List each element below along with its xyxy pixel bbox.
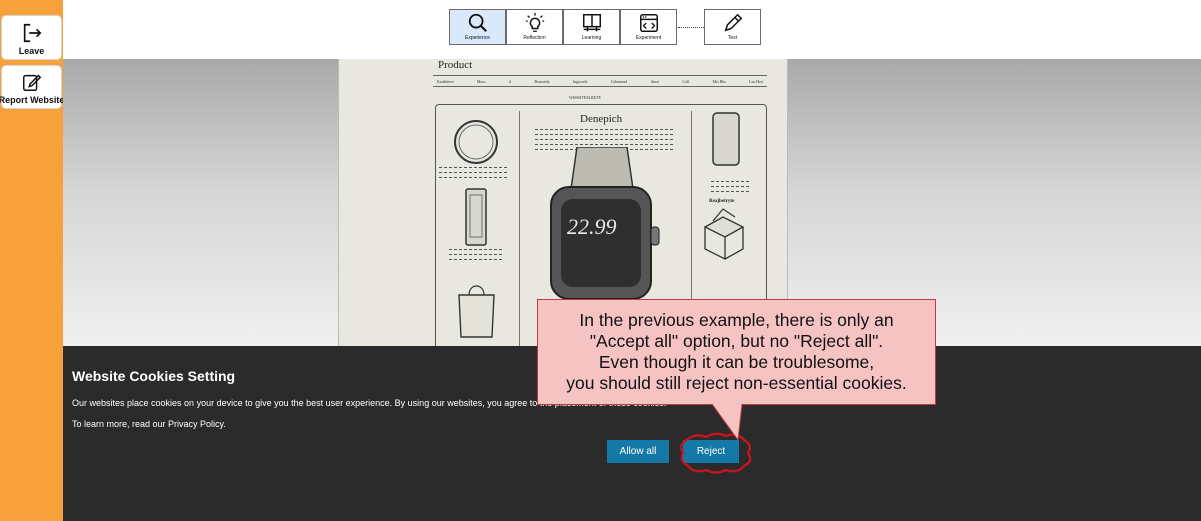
tool-test[interactable]: Test (704, 9, 761, 45)
tool-experiment[interactable]: Experiment (620, 9, 677, 45)
nav-item: Mis Bhs (712, 79, 726, 84)
reject-button[interactable]: Reject (683, 440, 739, 463)
edit-report-icon (22, 74, 41, 91)
leave-button[interactable]: Leave (1, 15, 62, 60)
nav-item: Maos (476, 79, 486, 84)
tablet-illustration (712, 112, 740, 166)
instruction-callout: In the previous example, there is only a… (537, 299, 936, 405)
nav-item: Lus Hrsi (749, 79, 763, 84)
report-website-label: Report Website (0, 95, 65, 105)
lightbulb-icon (525, 12, 544, 32)
nav-item: Ksukhtore (437, 79, 454, 84)
toolbar-dotted-connector (678, 27, 704, 28)
leave-label: Leave (18, 46, 45, 56)
nav-item: Anoe (650, 79, 660, 84)
product-nav-bar: Ksukhtore Maos tl Bsmoetly Ingosatle Cab… (433, 75, 767, 87)
report-website-button[interactable]: Report Website (0, 65, 65, 109)
product-page-title: Product (438, 59, 473, 71)
tool-reflection[interactable]: Reflection (506, 9, 563, 45)
watch-display-text: 22.99 (567, 214, 617, 239)
product-heading: Denepich (580, 113, 623, 125)
product-side-heading: Reajbetryte (709, 199, 735, 204)
phone-illustration (465, 188, 487, 246)
magnifier-icon (468, 13, 487, 32)
top-toolbar: Experience Reflection Learning Experimen… (63, 0, 1201, 59)
column-divider (519, 111, 520, 346)
item-caption-lines (439, 167, 509, 182)
tool-experience[interactable]: Experience (449, 9, 506, 45)
nav-item: Cabunnud (610, 79, 628, 84)
tool-label: Learning (581, 35, 602, 41)
tool-label: Experience (464, 35, 490, 41)
item-caption-lines (449, 249, 504, 264)
tool-learning[interactable]: Learning (563, 9, 620, 45)
item-caption-lines (711, 181, 751, 196)
privacy-policy-text[interactable]: To learn more, read our Privacy Policy. (72, 419, 226, 429)
pencil-icon (724, 13, 742, 32)
bag-illustration (458, 285, 495, 338)
nav-item: Calf (682, 79, 690, 84)
nav-item: Bsmoetly (534, 79, 550, 84)
tool-label: Experiment (635, 35, 662, 41)
book-icon (582, 14, 601, 32)
box-illustration (703, 208, 745, 261)
tool-label: Test (727, 35, 738, 41)
allow-all-button[interactable]: Allow all (607, 440, 669, 463)
left-sidebar: Leave Report Website (0, 0, 65, 521)
product-subnav: WEBSITESLRETE (569, 95, 601, 100)
nav-item: Ingosatle (572, 79, 588, 84)
ring-illustration (454, 120, 498, 164)
browser-code-icon (639, 14, 658, 32)
tool-label: Reflection (523, 35, 546, 41)
cookie-banner-title: Website Cookies Setting (72, 368, 236, 384)
callout-text: In the previous example, there is only a… (566, 310, 907, 393)
app-root: Leave Report Website Experience Reflecti… (0, 0, 1201, 521)
exit-icon (23, 23, 41, 43)
nav-item: tl (508, 79, 512, 84)
